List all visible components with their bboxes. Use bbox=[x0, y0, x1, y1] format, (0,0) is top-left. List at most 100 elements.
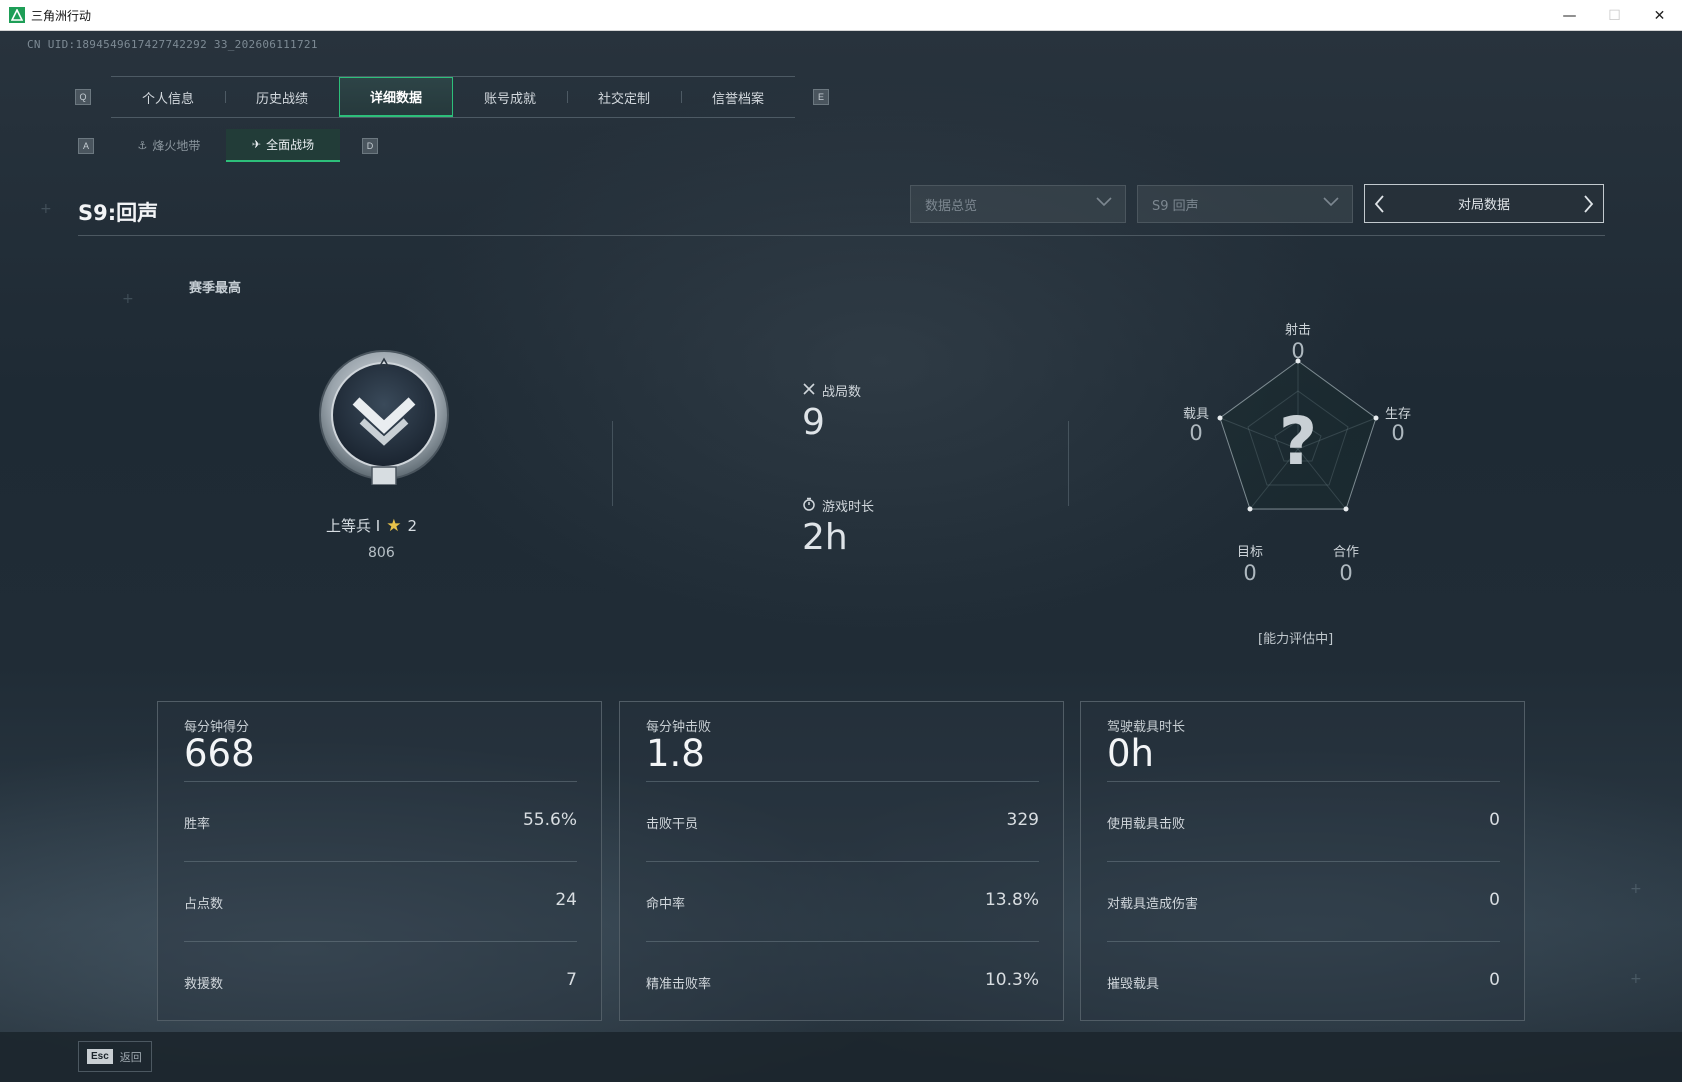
season-title: S9:回声 bbox=[78, 201, 159, 225]
radar-label-shooting: 射击 bbox=[1284, 323, 1311, 338]
battlefield-icon: ✈ bbox=[251, 138, 262, 151]
tab-personal-info[interactable]: 个人信息 bbox=[111, 77, 225, 117]
game-viewport: CN UID:1894549617427742292 33_2026061117… bbox=[0, 31, 1682, 1082]
stat-row-label: 摧毁载具 bbox=[1107, 977, 1160, 992]
season-best-label: 赛季最高 bbox=[189, 281, 242, 296]
player-uid: CN UID:1894549617427742292 33_2026061117… bbox=[27, 38, 318, 51]
radar-label-survival: 生存 bbox=[1384, 407, 1411, 422]
chevron-down-icon bbox=[1095, 195, 1113, 213]
main-tabs: 个人信息 历史战绩 详细数据 账号成就 社交定制 信誉档案 bbox=[111, 76, 795, 118]
stat-row-label: 救援数 bbox=[184, 977, 224, 992]
decor-crosshair: + bbox=[1630, 881, 1642, 897]
data-overview-value: 数据总览 bbox=[925, 198, 978, 214]
pager-label: 对局数据 bbox=[1457, 198, 1510, 213]
key-hint-next-tab[interactable]: E bbox=[813, 89, 829, 105]
stat-row-value: 0 bbox=[1489, 970, 1500, 990]
data-overview-dropdown[interactable]: 数据总览 bbox=[910, 185, 1126, 223]
mode-tab-bar: A ⚓ 烽火地带 ✈ 全面战场 D bbox=[78, 129, 378, 162]
chevron-right-icon[interactable] bbox=[1581, 194, 1595, 218]
section-divider bbox=[612, 421, 613, 506]
tab-battlefield[interactable]: ✈ 全面战场 bbox=[226, 129, 340, 162]
radar-label-cooperation: 合作 bbox=[1332, 545, 1359, 560]
radar-unknown-mark: ? bbox=[1278, 403, 1318, 480]
stat-row-value: 7 bbox=[566, 970, 577, 990]
rank-stars: 2 bbox=[407, 516, 417, 535]
card-head-value: 668 bbox=[184, 732, 255, 775]
match-data-pager: 对局数据 bbox=[1364, 184, 1604, 223]
stat-row: 占点数 24 bbox=[184, 861, 577, 941]
section-divider bbox=[1068, 421, 1069, 506]
esc-key-hint: Esc bbox=[87, 1049, 113, 1064]
decor-crosshair: + bbox=[122, 291, 134, 307]
card-head-value: 0h bbox=[1107, 732, 1154, 775]
stat-row-value: 0 bbox=[1489, 890, 1500, 910]
playtime-stat: 游戏时长 2h bbox=[802, 496, 874, 558]
bottom-bar: Esc 返回 bbox=[0, 1032, 1682, 1082]
key-hint-next-mode[interactable]: D bbox=[362, 137, 378, 154]
stat-card-score: 每分钟得分 668 胜率 55.6% 占点数 24 救援数 7 bbox=[157, 701, 602, 1021]
tab-hazard-zone-label: 烽火地带 bbox=[152, 139, 201, 153]
close-button[interactable]: ✕ bbox=[1637, 0, 1682, 31]
stat-row-label: 使用载具击败 bbox=[1107, 817, 1186, 832]
matches-value: 9 bbox=[802, 402, 825, 443]
stat-row-value: 24 bbox=[555, 890, 577, 910]
rank-name: 上等兵 I bbox=[326, 517, 381, 535]
radar-value-vehicle: 0 bbox=[1189, 421, 1203, 445]
stat-row-label: 击败干员 bbox=[646, 817, 699, 832]
rank-name-line: 上等兵 I ★ 2 bbox=[326, 515, 441, 536]
back-button[interactable]: Esc 返回 bbox=[78, 1041, 152, 1072]
stat-row: 救援数 7 bbox=[184, 941, 577, 1021]
stat-row-label: 精准击败率 bbox=[646, 977, 712, 992]
key-hint-prev-tab[interactable]: Q bbox=[75, 89, 91, 105]
stat-row-value: 0 bbox=[1489, 810, 1500, 830]
stat-card-vehicle: 驾驶载具时长 0h 使用载具击败 0 对载具造成伤害 0 摧毁载具 0 bbox=[1080, 701, 1525, 1021]
stat-row: 命中率 13.8% bbox=[646, 861, 1039, 941]
main-tab-bar: Q 个人信息 历史战绩 详细数据 账号成就 社交定制 信誉档案 E bbox=[75, 76, 829, 118]
stat-row-value: 10.3% bbox=[984, 970, 1039, 990]
card-head-value: 1.8 bbox=[646, 732, 705, 775]
ability-radar: ? 射击 0 生存 0 合作 0 目标 0 载具 0 bbox=[1140, 321, 1460, 591]
season-dropdown[interactable]: S9 回声 bbox=[1137, 185, 1353, 223]
radar-label-vehicle: 载具 bbox=[1182, 407, 1209, 422]
tab-achievements[interactable]: 账号成就 bbox=[453, 77, 567, 117]
window-titlebar: 三角洲行动 — ☐ ✕ bbox=[0, 0, 1682, 31]
stat-row: 击败干员 329 bbox=[646, 781, 1039, 861]
crossed-swords-icon bbox=[802, 382, 816, 400]
playtime-label: 游戏时长 bbox=[822, 500, 875, 515]
season-dropdown-value: S9 回声 bbox=[1152, 198, 1199, 214]
stat-row-label: 占点数 bbox=[184, 897, 224, 912]
stat-row: 使用载具击败 0 bbox=[1107, 781, 1500, 861]
star-icon: ★ bbox=[386, 515, 402, 536]
tab-hazard-zone[interactable]: ⚓ 烽火地带 bbox=[112, 129, 226, 162]
key-hint-prev-mode[interactable]: A bbox=[78, 137, 94, 154]
radar-label-objective: 目标 bbox=[1236, 545, 1263, 560]
minimize-button[interactable]: — bbox=[1547, 0, 1592, 31]
matches-stat: 战局数 9 bbox=[802, 381, 861, 443]
stat-row: 精准击败率 10.3% bbox=[646, 941, 1039, 1021]
stat-row-value: 55.6% bbox=[522, 810, 577, 830]
stat-row: 对载具造成伤害 0 bbox=[1107, 861, 1500, 941]
hazard-zone-icon: ⚓ bbox=[137, 139, 148, 152]
playtime-value: 2h bbox=[802, 517, 848, 558]
radar-value-survival: 0 bbox=[1391, 421, 1405, 445]
stat-row-value: 13.8% bbox=[984, 890, 1039, 910]
tab-match-history[interactable]: 历史战绩 bbox=[225, 77, 339, 117]
tab-social-custom[interactable]: 社交定制 bbox=[567, 77, 681, 117]
window-title: 三角洲行动 bbox=[31, 8, 92, 23]
back-label: 返回 bbox=[119, 1050, 142, 1064]
rank-emblem-icon bbox=[316, 349, 452, 486]
stopwatch-icon bbox=[802, 497, 816, 515]
stat-row-label: 命中率 bbox=[646, 897, 686, 912]
maximize-button[interactable]: ☐ bbox=[1592, 0, 1637, 31]
window-controls: — ☐ ✕ bbox=[1547, 0, 1682, 31]
chevron-left-icon[interactable] bbox=[1373, 194, 1387, 218]
stat-row-label: 对载具造成伤害 bbox=[1107, 897, 1199, 912]
stat-row: 胜率 55.6% bbox=[184, 781, 577, 861]
radar-value-objective: 0 bbox=[1243, 561, 1257, 585]
playtime-label-row: 游戏时长 bbox=[802, 496, 874, 515]
ability-evaluating-note: [能力评估中] bbox=[1258, 632, 1334, 647]
tab-credit-file[interactable]: 信誉档案 bbox=[681, 77, 795, 117]
app-logo-icon bbox=[9, 7, 25, 23]
tab-detailed-data[interactable]: 详细数据 bbox=[339, 77, 453, 117]
decor-crosshair: + bbox=[1630, 971, 1642, 987]
